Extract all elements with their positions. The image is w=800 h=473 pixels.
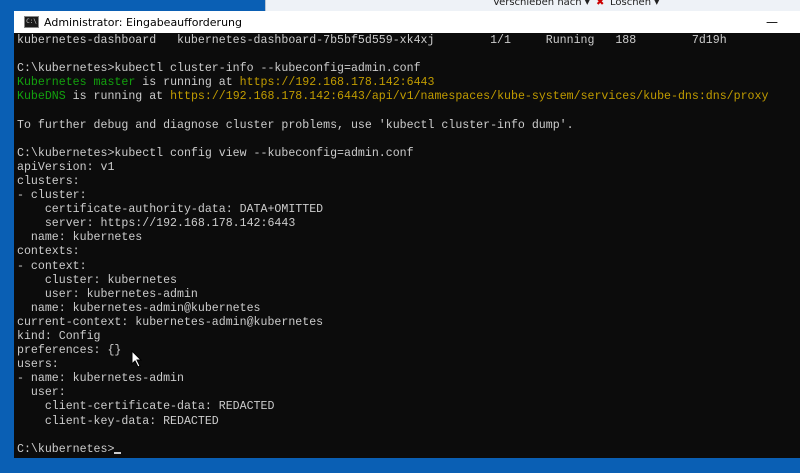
text-cursor xyxy=(114,451,122,454)
terminal-line: kubernetes-dashboard kubernetes-dashboar… xyxy=(17,34,800,48)
terminal-line-text: - context: xyxy=(17,259,87,273)
terminal-line: Kubernetes master is running at https://… xyxy=(17,76,800,90)
terminal-line: clusters: xyxy=(17,175,800,189)
terminal-line-text: To further debug and diagnose cluster pr… xyxy=(17,118,574,132)
terminal-line: user: kubernetes-admin xyxy=(17,288,800,302)
terminal-line-text: C:\kubernetes> xyxy=(17,442,115,456)
terminal-line: name: kubernetes-admin@kubernetes xyxy=(17,302,800,316)
terminal-line: C:\kubernetes>kubectl config view --kube… xyxy=(17,147,800,161)
mouse-cursor-icon xyxy=(131,350,143,368)
terminal-line-text: preferences: {} xyxy=(17,344,122,358)
service-name: Kubernetes master xyxy=(17,76,136,90)
window-title: Administrator: Eingabeaufforderung xyxy=(44,15,242,29)
service-url: https://192.168.178.142:6443 xyxy=(239,76,435,90)
service-text: is running at xyxy=(65,90,171,104)
terminal-line-text: server: https://192.168.178.142:6443 xyxy=(17,217,296,231)
terminal-line-text: kubernetes-dashboard kubernetes-dashboar… xyxy=(17,34,727,47)
terminal-line-text: user: kubernetes-admin xyxy=(17,287,198,301)
terminal-line: C:\kubernetes> xyxy=(17,443,800,457)
terminal-line-text: name: kubernetes xyxy=(17,231,143,245)
terminal-line: KubeDNS is running at https://192.168.17… xyxy=(17,90,800,104)
terminal-line: C:\kubernetes>kubectl cluster-info --kub… xyxy=(17,62,800,76)
terminal-line: name: kubernetes xyxy=(17,231,800,245)
terminal-line: contexts: xyxy=(17,245,800,259)
terminal-line-text: contexts: xyxy=(17,245,80,259)
terminal-line-text: - name: kubernetes-admin xyxy=(17,372,184,386)
cmd-icon: C:\ xyxy=(24,16,39,28)
terminal-line-text: clusters: xyxy=(17,174,80,188)
terminal-line: - context: xyxy=(17,260,800,274)
terminal-line-text: C:\kubernetes>kubectl config view --kube… xyxy=(17,146,414,160)
delete-button[interactable]: Löschen ▾ xyxy=(610,0,659,8)
terminal-line: - name: kubernetes-admin xyxy=(17,372,800,386)
service-name: KubeDNS xyxy=(17,90,66,104)
terminal-line-text: name: kubernetes-admin@kubernetes xyxy=(17,301,261,315)
terminal-line-text: C:\kubernetes>kubectl cluster-info --kub… xyxy=(17,62,421,76)
terminal-line-text: kind: Config xyxy=(17,329,101,343)
title-bar[interactable]: C:\ Administrator: Eingabeaufforderung — xyxy=(14,11,800,33)
terminal-line-text: certificate-authority-data: DATA+OMITTED xyxy=(17,203,324,217)
terminal-line: cluster: kubernetes xyxy=(17,274,800,288)
terminal-line-text: apiVersion: v1 xyxy=(17,160,115,174)
service-url: https://192.168.178.142:6443/api/v1/name… xyxy=(170,90,769,104)
terminal-line: user: xyxy=(17,386,800,400)
background-explorer-ribbon: Verschieben nach ▾ ✖ Löschen ▾ xyxy=(265,0,800,11)
terminal-line: certificate-authority-data: DATA+OMITTED xyxy=(17,203,800,217)
terminal-line: client-certificate-data: REDACTED xyxy=(17,400,800,414)
terminal-line-text: user: xyxy=(17,386,66,400)
terminal-line: apiVersion: v1 xyxy=(17,161,800,175)
delete-icon: ✖ xyxy=(596,0,605,8)
terminal-line: client-key-data: REDACTED xyxy=(17,415,800,429)
terminal-line-text: current-context: kubernetes-admin@kubern… xyxy=(17,315,324,329)
terminal-line: - cluster: xyxy=(17,189,800,203)
service-text: is running at xyxy=(135,76,240,90)
terminal-line-text: - cluster: xyxy=(17,189,87,203)
terminal-output[interactable]: kubernetes-dashboard kubernetes-dashboar… xyxy=(14,33,800,457)
terminal-line: To further debug and diagnose cluster pr… xyxy=(17,119,800,133)
terminal-line: kind: Config xyxy=(17,330,800,344)
terminal-line-text: client-certificate-data: REDACTED xyxy=(17,400,275,414)
terminal-line-text: users: xyxy=(17,358,59,372)
terminal-line-text: cluster: kubernetes xyxy=(17,273,178,287)
command-prompt-window: C:\ Administrator: Eingabeaufforderung —… xyxy=(14,11,800,458)
terminal-line: server: https://192.168.178.142:6443 xyxy=(17,217,800,231)
terminal-line: current-context: kubernetes-admin@kubern… xyxy=(17,316,800,330)
minimize-button[interactable]: — xyxy=(766,15,778,29)
terminal-line-text: client-key-data: REDACTED xyxy=(17,414,219,428)
move-to-button[interactable]: Verschieben nach ▾ xyxy=(493,0,590,8)
